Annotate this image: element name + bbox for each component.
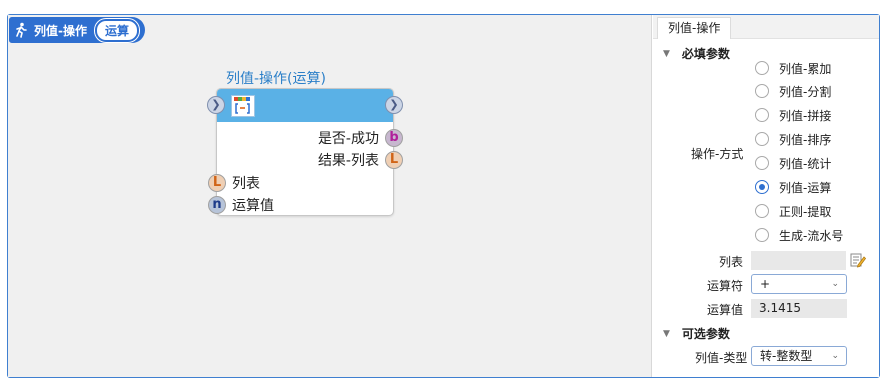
bool-port[interactable]: b	[385, 129, 403, 147]
list-op-icon	[231, 95, 255, 117]
radio-option-label: 列值-分割	[779, 84, 832, 99]
radio-option[interactable]: 生成-流水号	[755, 225, 843, 245]
collapse-triangle-icon: ▼	[663, 328, 670, 339]
input-list-label: 列表	[232, 176, 260, 192]
required-section-header[interactable]: ▼ 必填参数	[663, 45, 730, 62]
flow-in-port[interactable]: ❯	[207, 96, 225, 114]
output-result-list-label: 结果-列表	[317, 153, 379, 169]
operator-select[interactable]: + ⌄	[751, 274, 847, 294]
flow-tab-title: 列值-操作	[34, 23, 87, 38]
flow-canvas[interactable]: 列值-操作 运算 列值-操作(运算) ❯ ❯ 是否-成功 b 结果-列表 L L…	[8, 15, 652, 377]
radio-option-label: 生成-流水号	[779, 228, 844, 243]
radio-button[interactable]	[755, 204, 769, 218]
chevron-down-icon: ⌄	[831, 351, 839, 361]
panel-tabbar: 列值-操作	[653, 15, 879, 39]
operand-field-label: 运算值	[707, 303, 744, 317]
input-list: L 列表	[208, 173, 260, 193]
number-port[interactable]: n	[208, 196, 226, 214]
run-icon	[16, 22, 27, 38]
radio-option[interactable]: 列值-统计	[755, 153, 831, 173]
radio-button-selected[interactable]	[755, 180, 769, 194]
edit-icon[interactable]	[850, 252, 866, 268]
output-result-list: 结果-列表 L	[318, 150, 403, 170]
tab-properties[interactable]: 列值-操作	[657, 17, 732, 39]
radio-option[interactable]: 列值-累加	[755, 58, 831, 78]
list-input[interactable]	[751, 251, 846, 270]
app-frame: 列值-操作 运算 列值-操作(运算) ❯ ❯ 是否-成功 b 结果-列表 L L…	[7, 14, 880, 378]
flow-out-port[interactable]: ❯	[385, 96, 403, 114]
type-field-label: 列值-类型	[695, 351, 748, 365]
radio-option-label: 列值-累加	[779, 61, 832, 76]
radio-button[interactable]	[755, 132, 769, 146]
flow-tab-chip[interactable]: 运算	[94, 18, 139, 42]
list-port[interactable]: L	[208, 174, 226, 192]
radio-option-label: 列值-拼接	[779, 108, 832, 123]
operand-input[interactable]: 3.1415	[751, 299, 847, 318]
operator-field-label: 运算符	[707, 279, 744, 293]
radio-option[interactable]: 列值-排序	[755, 129, 831, 149]
input-operand: n 运算值	[208, 195, 274, 215]
chevron-down-icon: ⌄	[831, 279, 839, 289]
radio-option-label: 正则-提取	[779, 204, 832, 219]
radio-option[interactable]: 正则-提取	[755, 201, 831, 221]
optional-section-header[interactable]: ▼ 可选参数	[663, 325, 730, 342]
radio-option-selected[interactable]: 列值-运算	[755, 177, 831, 197]
list-operation-node[interactable]: ❯ ❯ 是否-成功 b 结果-列表 L L 列表 n 运算值	[207, 88, 403, 216]
radio-button[interactable]	[755, 228, 769, 242]
radio-button[interactable]	[755, 61, 769, 75]
required-section-label: 必填参数	[681, 47, 730, 61]
list-field-label: 列表	[719, 255, 744, 269]
output-success-label: 是否-成功	[317, 131, 379, 147]
node-header[interactable]	[217, 89, 393, 122]
radio-button[interactable]	[755, 156, 769, 170]
collapse-triangle-icon: ▼	[663, 48, 670, 59]
radio-button[interactable]	[755, 108, 769, 122]
properties-panel: 列值-操作 ▼ 必填参数 操作-方式 列值-累加 列值-分割 列值-拼接 列值-…	[653, 15, 879, 377]
list-port[interactable]: L	[385, 151, 403, 169]
radio-option-label: 列值-统计	[779, 156, 832, 171]
type-value: 转-整数型	[760, 349, 813, 363]
radio-option[interactable]: 列值-分割	[755, 81, 831, 101]
operator-value: +	[760, 277, 771, 291]
flow-tab[interactable]: 列值-操作 运算	[9, 17, 145, 43]
operation-label: 操作-方式	[691, 147, 744, 161]
radio-option-label: 列值-排序	[779, 132, 832, 147]
node-title: 列值-操作(运算)	[226, 71, 326, 87]
type-select[interactable]: 转-整数型 ⌄	[751, 346, 847, 366]
radio-button[interactable]	[755, 84, 769, 98]
radio-option-label: 列值-运算	[779, 180, 832, 195]
output-success: 是否-成功 b	[318, 128, 403, 148]
optional-section-label: 可选参数	[681, 327, 730, 341]
radio-option[interactable]: 列值-拼接	[755, 105, 831, 125]
input-operand-label: 运算值	[232, 198, 274, 214]
